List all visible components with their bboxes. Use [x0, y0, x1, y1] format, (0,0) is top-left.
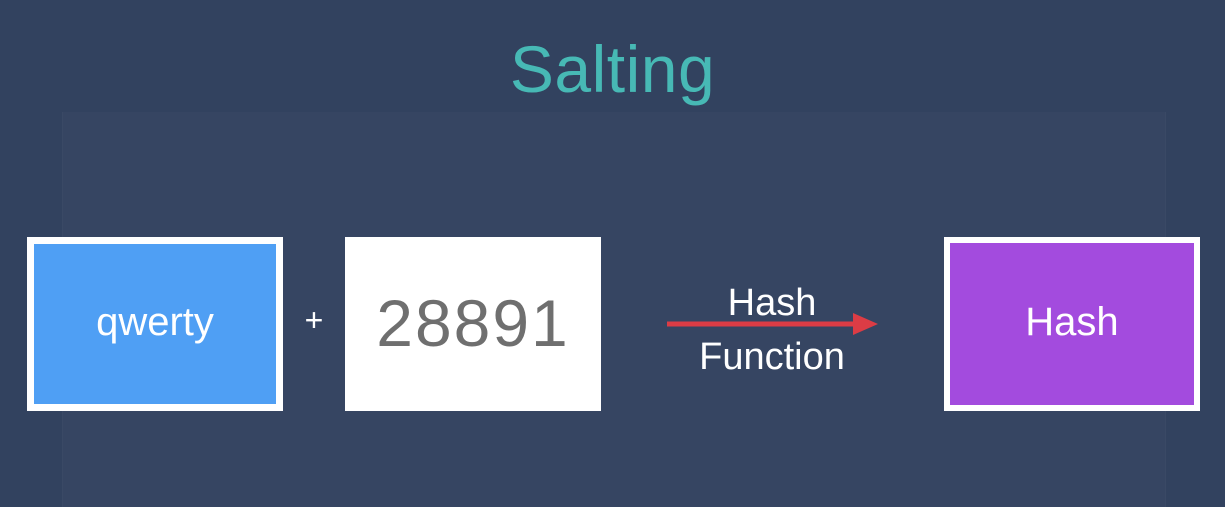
- salt-label: 28891: [376, 286, 570, 360]
- hash-output-box: Hash: [944, 237, 1200, 411]
- password-box: qwerty: [27, 237, 283, 411]
- salt-box: 28891: [345, 237, 601, 411]
- arrow-head: [853, 313, 878, 335]
- plus-sign: +: [304, 302, 324, 338]
- right-arrow-icon: [667, 313, 878, 335]
- password-label: qwerty: [96, 300, 214, 344]
- hash-function-line-2: Function: [699, 336, 845, 378]
- slide-title: Salting: [509, 32, 716, 106]
- hash-output-label: Hash: [1025, 300, 1119, 344]
